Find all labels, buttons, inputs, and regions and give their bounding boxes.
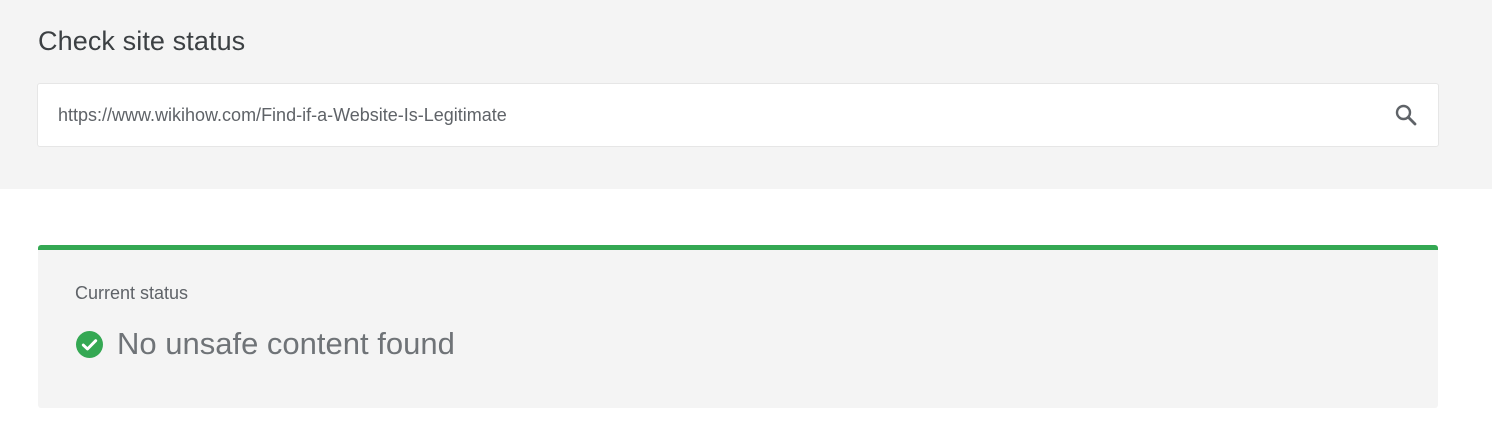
search-box	[37, 83, 1439, 147]
page-title: Check site status	[38, 26, 246, 56]
status-card: Current status No unsafe content found	[38, 245, 1438, 408]
status-label: Current status	[75, 283, 189, 303]
check-site-panel: Check site status	[0, 0, 1492, 189]
search-icon	[1395, 104, 1417, 126]
check-circle-icon	[76, 330, 103, 358]
url-search-input[interactable]	[58, 84, 1368, 146]
status-row: No unsafe content found	[76, 326, 455, 362]
search-button[interactable]	[1374, 84, 1438, 146]
status-text: No unsafe content found	[117, 326, 455, 361]
